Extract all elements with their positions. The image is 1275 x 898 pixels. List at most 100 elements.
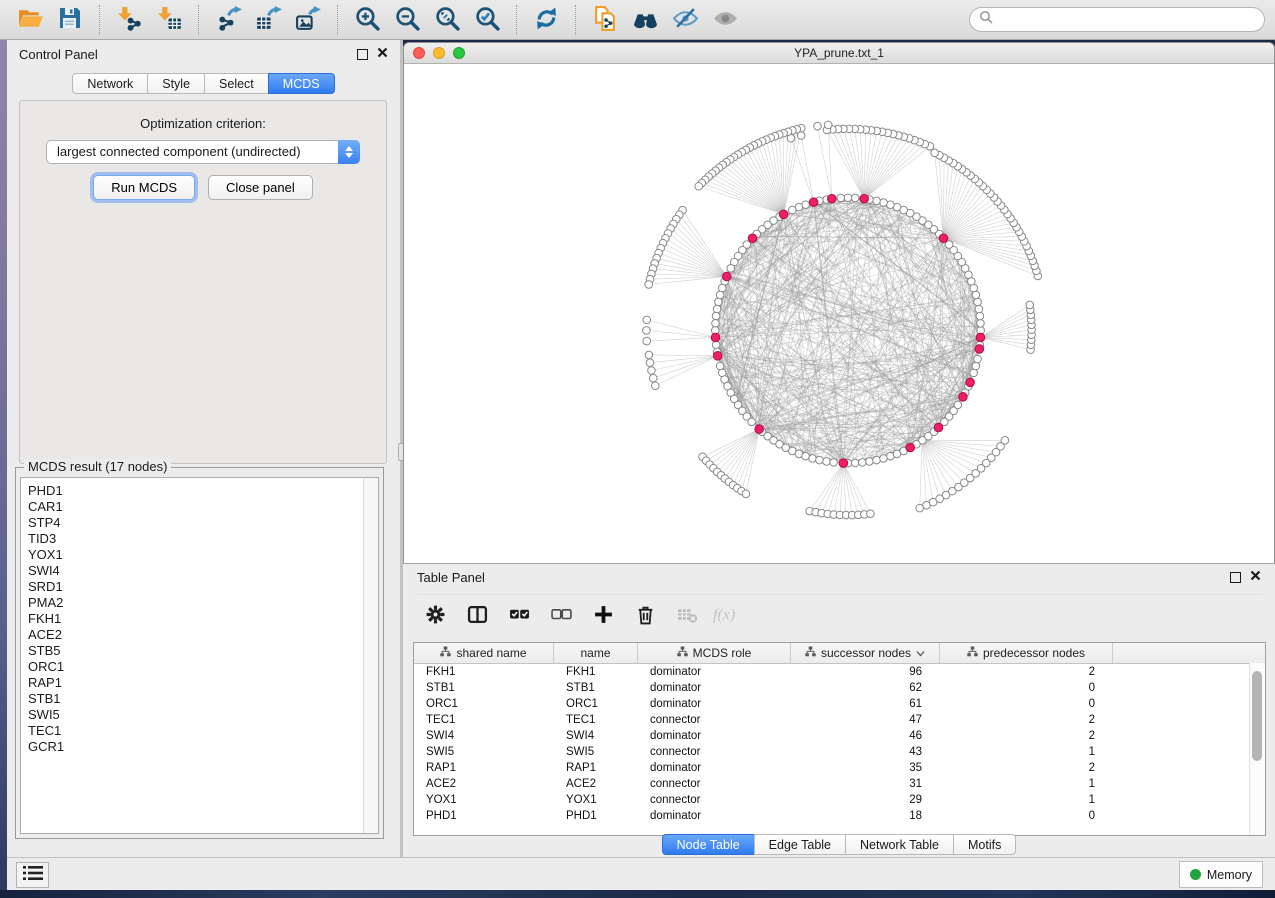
mcds-result-item[interactable]: GCR1 [28, 739, 378, 755]
mcds-result-item[interactable]: STP4 [28, 515, 378, 531]
table-row[interactable]: ACE2ACE2connector311 [414, 776, 1265, 792]
network-canvas[interactable] [404, 64, 1274, 563]
cell-successor-nodes[interactable]: 29 [791, 794, 940, 806]
table-row[interactable]: PHD1PHD1dominator180 [414, 808, 1265, 824]
table-row[interactable]: FKH1FKH1dominator962 [414, 664, 1265, 680]
close-panel-icon[interactable] [377, 45, 388, 63]
cell-predecessor-nodes[interactable]: 2 [940, 762, 1113, 774]
cell-name[interactable]: TEC1 [554, 714, 638, 726]
mcds-result-item[interactable]: RAP1 [28, 675, 378, 691]
cell-successor-nodes[interactable]: 31 [791, 778, 940, 790]
sort-caret-icon[interactable] [916, 646, 925, 660]
cell-predecessor-nodes[interactable]: 2 [940, 714, 1113, 726]
import-network-button[interactable] [109, 3, 149, 37]
mcds-result-item[interactable]: STB1 [28, 691, 378, 707]
cell-predecessor-nodes[interactable]: 1 [940, 794, 1113, 806]
export-network-button[interactable] [208, 3, 248, 37]
zoom-fit-button[interactable] [427, 3, 467, 37]
cell-predecessor-nodes[interactable]: 0 [940, 698, 1113, 710]
table-row[interactable]: SWI4SWI4dominator462 [414, 728, 1265, 744]
mcds-result-item[interactable]: SWI5 [28, 707, 378, 723]
cell-shared-name[interactable]: YOX1 [414, 794, 554, 806]
mcds-result-item[interactable]: SRD1 [28, 579, 378, 595]
window-zoom-button[interactable] [453, 47, 465, 59]
table-settings-button[interactable] [417, 600, 453, 632]
cell-successor-nodes[interactable]: 46 [791, 730, 940, 742]
memory-button[interactable]: Memory [1179, 861, 1263, 888]
table-scrollbar-thumb[interactable] [1252, 671, 1262, 761]
mcds-result-item[interactable]: TID3 [28, 531, 378, 547]
optimization-criterion-select[interactable]: largest connected component (undirected) [46, 140, 360, 164]
cell-predecessor-nodes[interactable]: 0 [940, 682, 1113, 694]
table-scrollbar[interactable] [1249, 663, 1265, 835]
cell-successor-nodes[interactable]: 18 [791, 810, 940, 822]
cell-MCDS-role[interactable]: dominator [638, 762, 791, 774]
cell-MCDS-role[interactable]: connector [638, 778, 791, 790]
mcds-result-item[interactable]: CAR1 [28, 499, 378, 515]
cell-shared-name[interactable]: FKH1 [414, 666, 554, 678]
mcds-result-item[interactable]: PHD1 [28, 483, 378, 499]
cell-name[interactable]: STB1 [554, 682, 638, 694]
show-all-button[interactable] [705, 3, 745, 37]
mcds-result-item[interactable]: SWI4 [28, 563, 378, 579]
deselect-all-button[interactable] [543, 600, 579, 632]
column-header-name[interactable]: name [554, 643, 638, 663]
cell-MCDS-role[interactable]: connector [638, 746, 791, 758]
select-all-button[interactable] [501, 600, 537, 632]
function-builder-button[interactable]: f(x) [711, 600, 747, 632]
table-row[interactable]: SWI5SWI5connector431 [414, 744, 1265, 760]
zoom-selected-button[interactable] [467, 3, 507, 37]
tab-node-table[interactable]: Node Table [662, 834, 755, 855]
show-columns-button[interactable] [459, 600, 495, 632]
mcds-result-item[interactable]: YOX1 [28, 547, 378, 563]
float-panel-icon[interactable] [357, 49, 368, 60]
cell-name[interactable]: RAP1 [554, 762, 638, 774]
cell-MCDS-role[interactable]: dominator [638, 730, 791, 742]
tab-motifs[interactable]: Motifs [953, 834, 1016, 855]
table-row[interactable]: STB1STB1dominator620 [414, 680, 1265, 696]
cell-predecessor-nodes[interactable]: 0 [940, 810, 1113, 822]
cell-shared-name[interactable]: STB1 [414, 682, 554, 694]
cell-shared-name[interactable]: ORC1 [414, 698, 554, 710]
import-table-button[interactable] [149, 3, 189, 37]
first-neighbors-button[interactable] [625, 3, 665, 37]
cell-name[interactable]: SWI4 [554, 730, 638, 742]
column-header-predecessor-nodes[interactable]: predecessor nodes [940, 643, 1113, 663]
delete-table-button[interactable] [669, 600, 705, 632]
cell-shared-name[interactable]: RAP1 [414, 762, 554, 774]
cell-shared-name[interactable]: PHD1 [414, 810, 554, 822]
export-image-button[interactable] [288, 3, 328, 37]
cell-shared-name[interactable]: SWI5 [414, 746, 554, 758]
cell-shared-name[interactable]: SWI4 [414, 730, 554, 742]
open-file-button[interactable] [10, 3, 50, 37]
cell-shared-name[interactable]: ACE2 [414, 778, 554, 790]
apply-layout-button[interactable] [526, 3, 566, 37]
mcds-result-item[interactable]: ORC1 [28, 659, 378, 675]
column-header-successor-nodes[interactable]: successor nodes [791, 643, 940, 663]
tab-edge-table[interactable]: Edge Table [754, 834, 846, 855]
cell-MCDS-role[interactable]: dominator [638, 682, 791, 694]
cell-name[interactable]: ORC1 [554, 698, 638, 710]
cell-successor-nodes[interactable]: 35 [791, 762, 940, 774]
mcds-result-item[interactable]: ACE2 [28, 627, 378, 643]
tab-style[interactable]: Style [147, 73, 205, 94]
run-mcds-button[interactable]: Run MCDS [93, 175, 195, 200]
cell-successor-nodes[interactable]: 61 [791, 698, 940, 710]
cell-name[interactable]: SWI5 [554, 746, 638, 758]
tab-mcds[interactable]: MCDS [268, 73, 335, 94]
tab-network[interactable]: Network [72, 73, 148, 94]
cell-predecessor-nodes[interactable]: 2 [940, 666, 1113, 678]
mcds-list-scrollbar[interactable] [363, 478, 378, 833]
cell-successor-nodes[interactable]: 43 [791, 746, 940, 758]
cell-MCDS-role[interactable]: connector [638, 794, 791, 806]
hide-selected-button[interactable] [665, 3, 705, 37]
cell-predecessor-nodes[interactable]: 1 [940, 778, 1113, 790]
search-input[interactable] [999, 11, 1255, 28]
cell-name[interactable]: FKH1 [554, 666, 638, 678]
save-session-button[interactable] [50, 3, 90, 37]
cell-successor-nodes[interactable]: 96 [791, 666, 940, 678]
cell-predecessor-nodes[interactable]: 1 [940, 746, 1113, 758]
table-row[interactable]: ORC1ORC1dominator610 [414, 696, 1265, 712]
network-graph[interactable] [404, 64, 1274, 563]
export-table-button[interactable] [248, 3, 288, 37]
